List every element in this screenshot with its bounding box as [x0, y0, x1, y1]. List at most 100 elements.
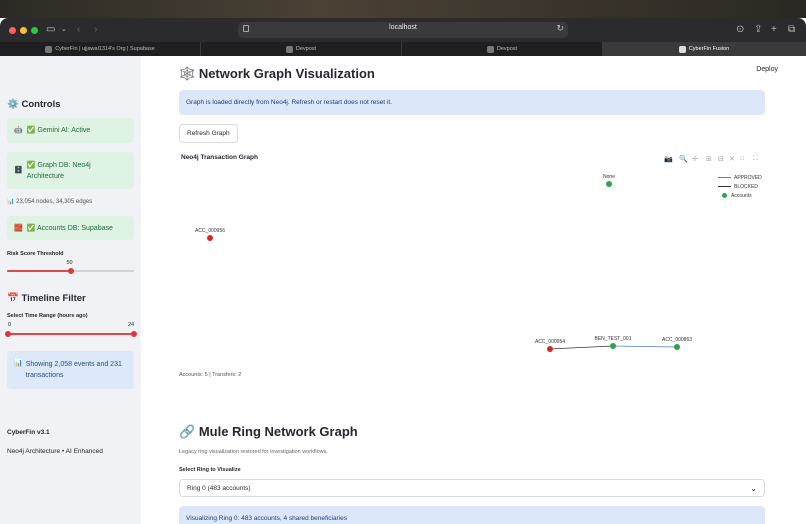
forward-icon[interactable]: › — [94, 23, 97, 37]
back-icon[interactable]: ‹ — [77, 23, 80, 37]
graph-node-label: None — [603, 174, 615, 180]
calendar-icon: 📅 — [7, 293, 19, 304]
new-tab-icon[interactable]: + — [771, 23, 777, 37]
legend-item-accounts[interactable]: Accounts — [718, 191, 762, 200]
supabase-favicon-icon — [45, 45, 53, 53]
graph-node-label: ACC_000956 — [195, 228, 225, 234]
legend-swatch — [722, 193, 727, 198]
share-icon[interactable]: ⇪ — [754, 23, 762, 37]
legend-swatch — [718, 177, 731, 178]
mule-ring-caption: Legacy ring visualization restored for i… — [179, 449, 328, 455]
mule-ring-title: 🔗 Mule Ring Network Graph — [179, 424, 358, 439]
sidebar: ⚙️ Controls 🤖 ✅ Gemini AI: Active 🗄️ ✅ Gra… — [0, 56, 141, 524]
graph-legend: APPROVED BLOCKED Accounts — [718, 173, 762, 200]
ring-info-alert: Visualizing Ring 0: 483 accounts, 4 shar… — [179, 506, 765, 524]
devpost-favicon-icon — [285, 45, 293, 53]
legend-item-approved[interactable]: APPROVED — [718, 173, 762, 182]
tab-overview-icon[interactable]: ⧉ — [788, 23, 795, 37]
app-tagline: Neo4j Architecture • AI Enhanced — [7, 448, 103, 455]
supabase-icon: 🧱 — [14, 224, 23, 232]
time-range-label: Select Time Range (hours ago) — [7, 313, 88, 319]
desktop-wallpaper — [0, 0, 806, 18]
deploy-button[interactable]: Deploy — [756, 66, 778, 73]
zoom-out-icon[interactable]: ⊟ — [718, 155, 724, 163]
fullscreen-icon[interactable]: ⛶ — [753, 155, 758, 163]
address-bar[interactable]: localhost ↻ — [238, 22, 568, 38]
sidebar-toggle-icon[interactable]: ▭ — [46, 23, 55, 37]
ring-select-value: Ring 0 (483 accounts) — [187, 484, 251, 492]
time-range-min: 0 — [8, 322, 12, 328]
graph-edge-blocked[interactable] — [549, 345, 614, 350]
chart-icon: 📊 — [7, 199, 15, 205]
gear-icon: ⚙️ — [7, 99, 19, 110]
chart-icon: 📊 — [14, 360, 23, 367]
graph-edge-approved[interactable] — [612, 345, 678, 348]
legend-swatch — [718, 186, 731, 187]
zoom-in-icon[interactable]: ⊞ — [706, 155, 712, 163]
tab-strip: CyberFin | ujjawal1314's Org | Supabase … — [0, 42, 806, 56]
graph-node[interactable] — [610, 343, 616, 349]
ring-select-label: Select Ring to Visualize — [179, 467, 241, 473]
cyberfin-favicon-icon — [678, 45, 686, 53]
tab-label: Devpost — [295, 46, 317, 52]
browser-titlebar: ▭ ⌄ ‹ › localhost ↻ ⊙ ⇪ + ⧉ — [0, 18, 806, 42]
time-slider-max-handle[interactable] — [131, 331, 137, 337]
risk-threshold-slider[interactable] — [7, 268, 134, 274]
graph-node-label: ACC_000954 — [535, 339, 565, 345]
gemini-status-box: 🤖 ✅ Gemini AI: Active — [7, 118, 134, 143]
tab-label: CyberFin | ujjawal1314's Org | Supabase — [55, 46, 155, 52]
controls-heading: ⚙️ Controls — [7, 99, 61, 110]
tab-cyberfin-fusion[interactable]: CyberFin Fusion — [603, 42, 806, 56]
maximize-window-button[interactable] — [31, 27, 38, 34]
refresh-graph-button[interactable]: Refresh Graph — [179, 124, 238, 143]
graph-node-label: ACC_000863 — [662, 337, 692, 343]
accounts-db-status-text: ✅ Accounts DB: Supabase — [26, 224, 113, 232]
chevron-down-icon: ⌄ — [750, 483, 757, 493]
main-content: Deploy 🕸️ Network Graph Visualization Gr… — [141, 56, 806, 524]
url-text: localhost — [389, 24, 417, 31]
showing-info-box: 📊 Showing 2,058 events and 231 transactio… — [7, 351, 134, 389]
graph-node[interactable] — [606, 181, 612, 187]
transaction-graph[interactable]: None ACC_000956 ACC_000954 BEN_TEST_001 ACC_… — [179, 166, 769, 386]
graph-db-status-box: 🗄️ ✅ Graph DB: Neo4j Architecture — [7, 152, 134, 189]
time-slider-fill — [7, 333, 134, 335]
zoom-icon[interactable]: 🔍 — [679, 155, 688, 163]
graph-stats: 📊 23,054 nodes, 34,305 edges — [7, 199, 93, 205]
accounts-db-status-box: 🧱 ✅ Accounts DB: Supabase — [7, 216, 134, 240]
tab-devpost-2[interactable]: Devpost — [402, 42, 603, 56]
risk-slider-handle[interactable] — [67, 268, 74, 274]
network-icon: 🕸️ — [179, 66, 196, 81]
autoscale-icon[interactable]: ✕ — [729, 155, 735, 163]
app-version: CyberFin v3.1 — [7, 429, 50, 436]
downloads-icon[interactable]: ⊙ — [736, 23, 744, 37]
timeline-heading: 📅 Timeline Filter — [7, 293, 86, 304]
camera-icon[interactable]: 📷 — [664, 155, 673, 163]
tab-supabase[interactable]: CyberFin | ujjawal1314's Org | Supabase — [0, 42, 201, 56]
graph-node[interactable] — [547, 346, 553, 352]
graph-node[interactable] — [674, 344, 680, 350]
pan-icon[interactable]: ✛ — [692, 155, 698, 163]
robot-icon: 🤖 — [14, 127, 23, 134]
legend-item-blocked[interactable]: BLOCKED — [718, 182, 762, 191]
gemini-status-text: ✅ Gemini AI: Active — [26, 127, 91, 134]
graph-node-label: BEN_TEST_001 — [595, 336, 632, 342]
time-slider-min-handle[interactable] — [5, 331, 11, 337]
time-range-slider[interactable] — [5, 331, 137, 337]
tab-label: CyberFin Fusion — [688, 46, 730, 52]
showing-text: Showing 2,058 events and 231 transaction… — [25, 361, 122, 379]
neo4j-info-alert: Graph is loaded directly from Neo4j. Ref… — [179, 90, 765, 115]
tab-devpost-1[interactable]: Devpost — [201, 42, 402, 56]
chevron-down-icon[interactable]: ⌄ — [61, 23, 67, 37]
reset-axes-icon[interactable]: ⌂ — [740, 155, 744, 162]
risk-threshold-value: 50 — [66, 260, 73, 266]
graph-node[interactable] — [207, 235, 213, 241]
reload-icon[interactable]: ↻ — [556, 23, 564, 34]
time-range-max: 24 — [128, 322, 135, 328]
risk-threshold-label: Risk Score Threshold — [7, 251, 64, 257]
ring-select[interactable]: Ring 0 (483 accounts) ⌄ — [179, 479, 765, 497]
graph-db-status-text: ✅ Graph DB: Neo4j Architecture — [26, 161, 91, 180]
network-graph-title: 🕸️ Network Graph Visualization — [179, 66, 375, 81]
graph-stats-caption: Accounts: 5 | Transfers: 2 — [179, 372, 242, 378]
minimize-window-button[interactable] — [20, 27, 27, 34]
close-window-button[interactable] — [9, 27, 16, 34]
